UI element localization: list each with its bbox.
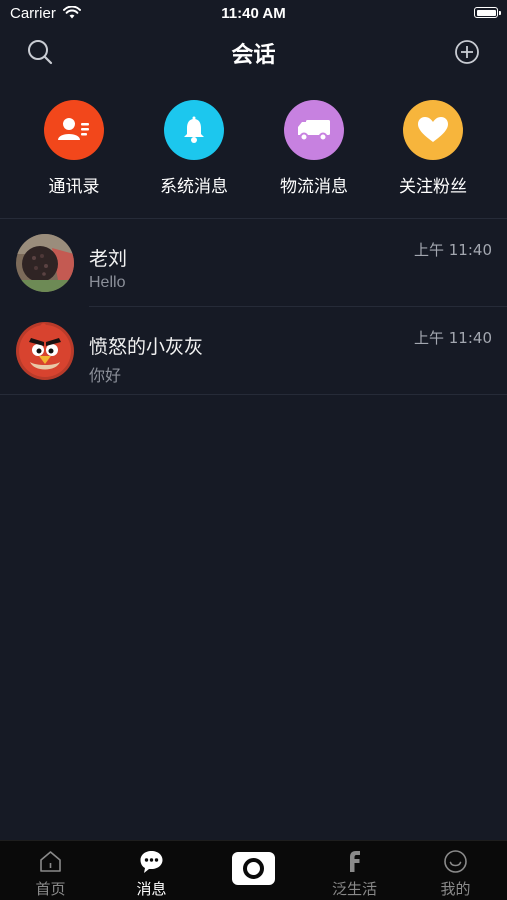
camera-button[interactable] (232, 852, 275, 885)
add-circle-icon (455, 40, 479, 64)
battery-icon (474, 7, 501, 18)
tab-label: 首页 (35, 880, 66, 898)
quick-actions: 通讯录 系统消息 物流消息 关注粉丝 (0, 100, 507, 200)
smile-icon (444, 850, 467, 873)
tab-label: 泛生活 (331, 880, 377, 898)
tab-messages[interactable]: 消息 (101, 841, 202, 900)
conversation-name: 愤怒的小灰灰 (89, 336, 204, 358)
conversation-last-message: 你好 (89, 368, 122, 385)
quick-action-logistics[interactable]: 物流消息 (264, 100, 364, 197)
tab-profile[interactable]: 我的 (405, 841, 506, 900)
conversation-row[interactable]: 愤怒的小灰灰 你好 上午 11:40 (0, 307, 507, 395)
conversation-time: 上午 11:40 (414, 329, 492, 347)
quick-action-label: 通讯录 (48, 177, 100, 197)
tab-lifestyle[interactable]: 泛生活 (304, 841, 405, 900)
quick-action-label: 系统消息 (160, 177, 228, 197)
quick-action-system-messages[interactable]: 系统消息 (144, 100, 244, 197)
quick-action-contacts[interactable]: 通讯录 (24, 100, 124, 197)
row-divider (0, 394, 507, 395)
f-logo-icon (350, 851, 360, 872)
camera-icon (243, 858, 264, 879)
tab-home[interactable]: 首页 (0, 841, 101, 900)
tab-label: 我的 (440, 880, 471, 898)
contacts-icon (44, 100, 104, 160)
conversation-list: 老刘 Hello 上午 11:40 愤怒的小灰灰 你好 上午 11:40 (0, 219, 507, 395)
quick-action-label: 物流消息 (280, 177, 348, 197)
add-button[interactable] (452, 37, 482, 67)
home-icon (40, 851, 61, 872)
page-title: 会话 (231, 43, 276, 68)
conversation-last-message: Hello (89, 274, 126, 291)
nav-bar: 会话 (0, 28, 507, 76)
conversation-time: 上午 11:40 (414, 241, 492, 259)
conversation-name: 老刘 (89, 248, 128, 270)
photo-avatar (16, 234, 74, 292)
heart-icon (403, 100, 463, 160)
tab-bar: 首页 消息 泛生活 我的 (0, 840, 507, 900)
tab-label: 消息 (136, 880, 167, 898)
quick-action-label: 关注粉丝 (399, 177, 467, 197)
angry-bird-avatar (16, 322, 74, 380)
chat-bubble-icon (140, 851, 163, 873)
truck-icon (284, 100, 344, 160)
conversation-row[interactable]: 老刘 Hello 上午 11:40 (0, 219, 507, 307)
status-bar: Carrier 11:40 AM (0, 0, 507, 28)
status-time: 11:40 AM (221, 5, 286, 22)
quick-action-followers[interactable]: 关注粉丝 (383, 100, 483, 197)
bell-icon (164, 100, 224, 160)
